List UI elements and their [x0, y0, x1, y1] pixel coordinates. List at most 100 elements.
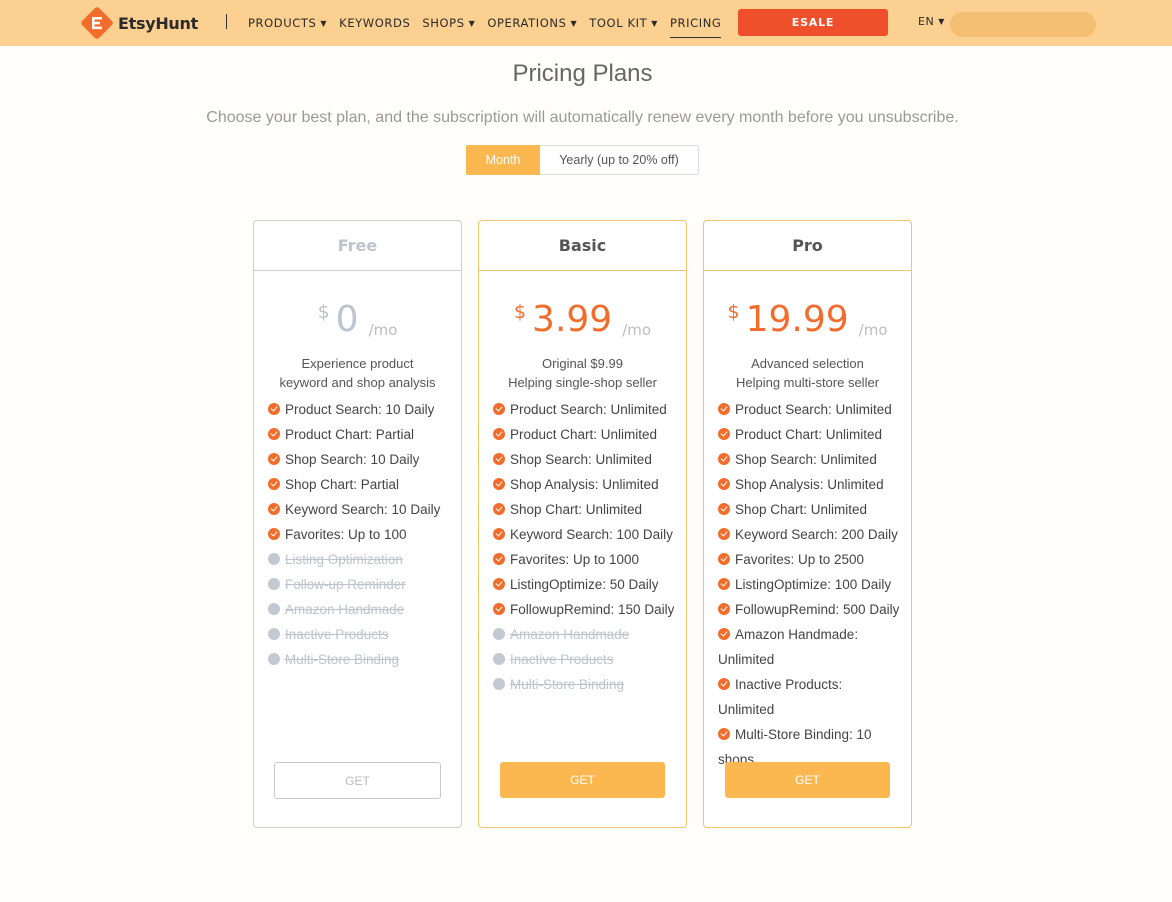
feature-item: Multi-Store Binding — [493, 672, 675, 697]
feature-item: Keyword Search: 100 Daily — [493, 522, 675, 547]
feature-label: Shop Chart: Unlimited — [735, 502, 868, 517]
nav-operations[interactable]: OPERATIONS ▼ — [487, 0, 577, 46]
feature-label: Shop Analysis: Unlimited — [510, 477, 659, 492]
brand-logo[interactable]: EtsyHunt — [80, 4, 198, 42]
feature-item: Follow-up Reminder — [268, 572, 450, 597]
etsyhunt-logo-icon — [81, 7, 113, 39]
plan-card-free: Free $ 0 /mo Experience product keyword … — [253, 220, 462, 828]
plan-description: Experience product keyword and shop anal… — [254, 354, 461, 392]
feature-item: Shop Search: Unlimited — [718, 447, 900, 472]
caret-down-icon: ▼ — [651, 18, 658, 28]
check-circle-icon — [493, 478, 505, 490]
feature-item: Shop Chart: Partial — [268, 472, 450, 497]
nav-tool-kit-label: TOOL KIT — [589, 16, 648, 30]
check-circle-icon — [493, 503, 505, 515]
check-circle-icon — [718, 478, 730, 490]
feature-list: Product Search: Unlimited Product Chart: … — [493, 397, 675, 697]
feature-label: Listing Optimization — [285, 552, 403, 567]
feature-label: Amazon Handmade — [285, 602, 405, 617]
feature-item: Shop Analysis: Unlimited — [493, 472, 675, 497]
feature-item: Multi-Store Binding — [268, 647, 450, 672]
language-label: EN — [918, 15, 935, 28]
disabled-dot-icon — [268, 628, 280, 640]
nav-pricing[interactable]: PRICING — [669, 0, 722, 46]
brand-name: EtsyHunt — [118, 13, 198, 33]
feature-label: Shop Chart: Partial — [285, 477, 400, 492]
check-circle-icon — [718, 553, 730, 565]
plan-description-line: Helping single-shop seller — [508, 375, 657, 390]
nav-tool-kit[interactable]: TOOL KIT ▼ — [589, 0, 658, 46]
disabled-dot-icon — [493, 628, 505, 640]
feature-item: Product Search: 10 Daily — [268, 397, 450, 422]
nav-shops[interactable]: SHOPS ▼ — [422, 0, 475, 46]
feature-label: Follow-up Reminder — [285, 577, 406, 592]
nav-keywords[interactable]: KEYWORDS — [339, 0, 410, 46]
check-circle-icon — [718, 678, 730, 690]
feature-item: Product Search: Unlimited — [718, 397, 900, 422]
check-circle-icon — [268, 428, 280, 440]
plan-card-pro: Pro $ 19.99 /mo Advanced selection Helpi… — [703, 220, 912, 828]
feature-label: Keyword Search: 10 Daily — [285, 502, 441, 517]
feature-label: Favorites: Up to 1000 — [510, 552, 640, 567]
price-currency: $ — [727, 301, 740, 323]
plan-price: $ 19.99 /mo — [704, 297, 911, 343]
price-amount: 3.99 — [532, 299, 613, 340]
check-circle-icon — [268, 478, 280, 490]
check-circle-icon — [493, 428, 505, 440]
feature-item: Inactive Products — [268, 622, 450, 647]
feature-label: Favorites: Up to 100 — [285, 527, 407, 542]
disabled-dot-icon — [493, 678, 505, 690]
plan-description: Original $9.99 Helping single-shop selle… — [479, 354, 686, 392]
billing-month-option[interactable]: Month — [466, 145, 540, 175]
check-circle-icon — [268, 453, 280, 465]
feature-label: Shop Analysis: Unlimited — [735, 477, 884, 492]
esale-button[interactable]: ESALE — [738, 9, 888, 36]
feature-label: ListingOptimize: 100 Daily — [735, 577, 892, 592]
check-circle-icon — [493, 553, 505, 565]
nav-products-label: PRODUCTS — [248, 16, 317, 30]
feature-item: Shop Search: Unlimited — [493, 447, 675, 472]
caret-down-icon: ▼ — [320, 18, 328, 28]
get-pro-plan-button[interactable]: GET — [725, 762, 890, 798]
nav-shops-label: SHOPS — [422, 16, 465, 30]
feature-label: Amazon Handmade: Unlimited — [718, 627, 859, 667]
plan-description-line: Experience product — [301, 356, 414, 371]
feature-label: Product Search: Unlimited — [735, 402, 892, 417]
disabled-dot-icon — [268, 603, 280, 615]
language-selector[interactable]: EN ▼ — [918, 15, 945, 28]
disabled-dot-icon — [268, 553, 280, 565]
plan-card-basic: Basic $ 3.99 /mo Original $9.99 Helping … — [478, 220, 687, 828]
page-title: Pricing Plans — [512, 60, 653, 87]
feature-item: ListingOptimize: 50 Daily — [493, 572, 675, 597]
disabled-dot-icon — [493, 653, 505, 665]
feature-item: Shop Chart: Unlimited — [718, 497, 900, 522]
feature-item: Product Chart: Partial — [268, 422, 450, 447]
plan-description-line: Advanced selection — [751, 356, 864, 371]
nav-pricing-label: PRICING — [669, 16, 722, 30]
disabled-dot-icon — [268, 653, 280, 665]
plan-name: Free — [254, 221, 461, 271]
feature-item: Shop Search: 10 Daily — [268, 447, 450, 472]
feature-label: Inactive Products — [510, 652, 614, 667]
feature-item: Favorites: Up to 100 — [268, 522, 450, 547]
feature-label: FollowupRemind: 150 Daily — [510, 602, 675, 617]
feature-item: Keyword Search: 10 Daily — [268, 497, 450, 522]
feature-item: Listing Optimization — [268, 547, 450, 572]
nav-products[interactable]: PRODUCTS ▼ — [248, 0, 327, 46]
feature-label: Product Chart: Unlimited — [735, 427, 883, 442]
get-free-plan-button[interactable]: GET — [274, 762, 441, 799]
feature-label: Keyword Search: 100 Daily — [510, 527, 673, 542]
get-basic-plan-button[interactable]: GET — [500, 762, 665, 798]
top-navigation-bar: EtsyHunt PRODUCTS ▼ KEYWORDS SHOPS ▼ OPERA… — [0, 0, 1172, 46]
billing-yearly-option[interactable]: Yearly (up to 20% off) — [540, 145, 699, 175]
feature-label: Product Chart: Partial — [285, 427, 415, 442]
plan-description-line: Helping multi-store seller — [735, 375, 880, 390]
check-circle-icon — [493, 528, 505, 540]
feature-item: Product Chart: Unlimited — [718, 422, 900, 447]
plan-price: $ 3.99 /mo — [479, 297, 686, 343]
check-circle-icon — [718, 578, 730, 590]
user-account-pill[interactable] — [950, 12, 1096, 37]
price-amount: 0 — [335, 299, 359, 340]
feature-label: Favorites: Up to 2500 — [735, 552, 865, 567]
feature-label: FollowupRemind: 500 Daily — [735, 602, 900, 617]
